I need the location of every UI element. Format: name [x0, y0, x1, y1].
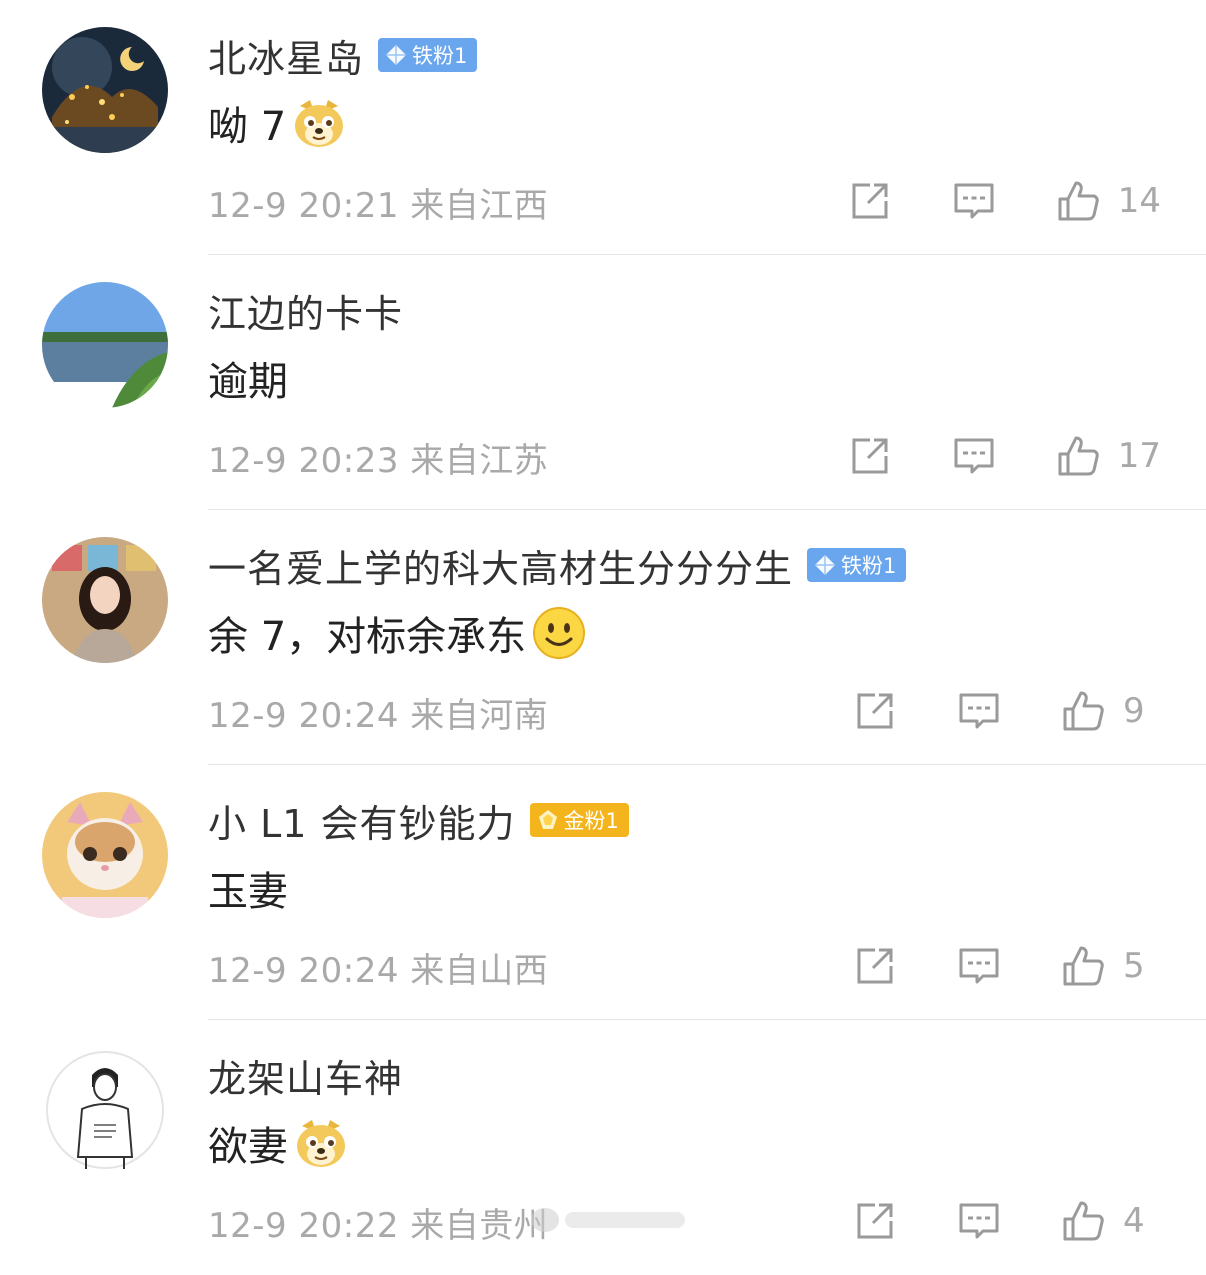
username[interactable]: 北冰星岛 [208, 28, 364, 83]
share-icon[interactable] [848, 434, 892, 478]
comment-icon[interactable] [957, 689, 1001, 733]
comment-icon[interactable] [957, 944, 1001, 988]
like-count: 17 [1117, 436, 1161, 476]
like-icon[interactable] [1061, 1199, 1105, 1243]
username[interactable]: 小 L1 会有钞能力 [208, 793, 516, 848]
doge-emoji-icon [292, 96, 346, 150]
like-count: 5 [1123, 946, 1145, 986]
like-count: 14 [1117, 181, 1161, 221]
location: 来自江西 [410, 186, 549, 226]
watermark-icon [531, 1208, 685, 1232]
timestamp: 12-9 20:21 [208, 186, 399, 226]
username[interactable]: 江边的卡卡 [208, 283, 403, 338]
action-bar: 17 [848, 431, 1161, 481]
like-icon[interactable] [1061, 689, 1105, 733]
fan-badge[interactable]: 金粉1 [529, 803, 629, 837]
gold-gem-icon [536, 808, 560, 832]
action-bar: 4 [853, 1196, 1161, 1246]
action-bar: 9 [853, 686, 1161, 736]
comment-meta: 12-9 20:23 来自江苏 [208, 433, 548, 482]
timestamp: 12-9 20:23 [208, 441, 399, 481]
comment-text: 呦 7 [208, 104, 287, 150]
timestamp: 12-9 20:24 [208, 696, 399, 736]
comment-text: 欲妻 [208, 1124, 288, 1170]
share-icon[interactable] [853, 1199, 897, 1243]
location: 来自江苏 [410, 441, 549, 481]
location: 来自山西 [410, 951, 549, 991]
share-icon[interactable] [848, 179, 892, 223]
location: 来自河南 [410, 696, 549, 736]
like-icon[interactable] [1061, 944, 1105, 988]
diamond-icon [384, 43, 408, 67]
comment-item: 北冰星岛 铁粉1 呦 7 12-9 20:21 来自江西 14 [0, 0, 1206, 255]
comment-meta: 12-9 20:22 来自贵州 [208, 1198, 548, 1247]
comment-icon[interactable] [957, 1199, 1001, 1243]
doge-emoji-icon [294, 1116, 348, 1170]
avatar[interactable] [42, 282, 168, 408]
comment-item: 一名爱上学的科大高材生分分分生 铁粉1 余 7，对标余承东 12-9 20:24… [0, 510, 1206, 765]
comment-meta: 12-9 20:24 来自河南 [208, 688, 548, 737]
username[interactable]: 一名爱上学的科大高材生分分分生 [208, 538, 793, 593]
badge-label: 铁粉1 [412, 44, 468, 68]
comment-text: 玉妻 [208, 869, 288, 915]
fan-badge[interactable]: 铁粉1 [807, 548, 907, 582]
timestamp: 12-9 20:22 [208, 1206, 399, 1246]
like-icon[interactable] [1056, 179, 1100, 223]
avatar[interactable] [42, 27, 168, 153]
like-count: 9 [1123, 691, 1145, 731]
avatar[interactable] [42, 1047, 168, 1173]
comment-text: 余 7，对标余承东 [208, 614, 527, 660]
timestamp: 12-9 20:24 [208, 951, 399, 991]
badge-label: 金粉1 [563, 809, 619, 833]
like-icon[interactable] [1056, 434, 1100, 478]
comment-item: 江边的卡卡 逾期 12-9 20:23 来自江苏 17 [0, 255, 1206, 510]
comment-item: 小 L1 会有钞能力 金粉1 玉妻 12-9 20:24 来自山西 5 [0, 765, 1206, 1020]
like-count: 4 [1123, 1201, 1145, 1241]
share-icon[interactable] [853, 689, 897, 733]
diamond-icon [813, 553, 837, 577]
action-bar: 5 [853, 941, 1161, 991]
share-icon[interactable] [853, 944, 897, 988]
action-bar: 14 [848, 176, 1161, 226]
comment-meta: 12-9 20:21 来自江西 [208, 178, 548, 227]
badge-label: 铁粉1 [841, 554, 897, 578]
avatar[interactable] [42, 792, 168, 918]
comment-text: 逾期 [208, 359, 288, 405]
fan-badge[interactable]: 铁粉1 [378, 38, 478, 72]
username[interactable]: 龙架山车神 [208, 1048, 403, 1103]
smile-emoji-icon [532, 606, 586, 660]
comment-icon[interactable] [952, 179, 996, 223]
comment-icon[interactable] [952, 434, 996, 478]
avatar[interactable] [42, 537, 168, 663]
comment-meta: 12-9 20:24 来自山西 [208, 943, 548, 992]
